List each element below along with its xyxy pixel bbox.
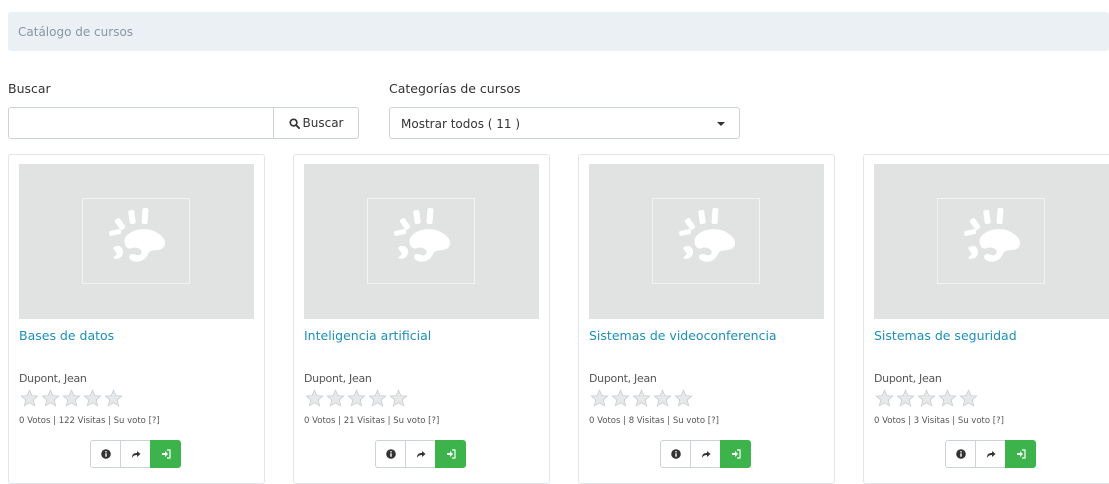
course-actions — [375, 440, 466, 468]
course-info-button[interactable] — [660, 440, 691, 468]
course-title-link[interactable]: Bases de datos — [19, 328, 114, 343]
course-actions — [90, 440, 181, 468]
course-votes-visits: 0 Votos | 8 Visitas | Su voto [?] — [589, 416, 719, 426]
star-icon[interactable] — [305, 389, 324, 408]
sign-in-icon — [446, 449, 456, 459]
chamilo-logo-icon — [394, 208, 451, 262]
star-icon[interactable] — [41, 389, 60, 408]
course-title-link[interactable]: Sistemas de videoconferencia — [589, 328, 777, 343]
star-icon[interactable] — [104, 389, 123, 408]
breadcrumb-label: Catálogo de cursos — [18, 25, 134, 39]
course-share-button[interactable] — [975, 440, 1006, 468]
chamilo-logo-icon — [679, 208, 736, 262]
course-subscribe-button[interactable] — [720, 440, 751, 468]
star-icon[interactable] — [938, 389, 957, 408]
star-icon[interactable] — [959, 389, 978, 408]
course-thumbnail[interactable] — [304, 164, 539, 319]
star-icon[interactable] — [875, 389, 894, 408]
course-actions — [945, 440, 1036, 468]
info-icon — [670, 449, 681, 459]
rating-stars[interactable] — [20, 389, 123, 408]
star-icon[interactable] — [389, 389, 408, 408]
star-icon[interactable] — [590, 389, 609, 408]
star-icon[interactable] — [896, 389, 915, 408]
course-votes-visits: 0 Votos | 3 Visitas | Su voto [?] — [874, 416, 1004, 426]
category-selected-value: Mostrar todos ( 11 ) — [401, 117, 521, 131]
course-share-button[interactable] — [120, 440, 151, 468]
course-actions — [660, 440, 751, 468]
star-icon[interactable] — [368, 389, 387, 408]
star-icon[interactable] — [62, 389, 81, 408]
star-icon[interactable] — [611, 389, 630, 408]
course-votes-visits: 0 Votos | 122 Visitas | Su voto [?] — [19, 416, 160, 426]
course-share-button[interactable] — [690, 440, 721, 468]
category-select[interactable]: Mostrar todos ( 11 ) — [389, 107, 740, 139]
star-icon[interactable] — [917, 389, 936, 408]
rating-stars[interactable] — [875, 389, 978, 408]
course-info-button[interactable] — [375, 440, 406, 468]
search-input[interactable] — [8, 107, 274, 139]
share-icon — [131, 451, 140, 458]
rating-stars[interactable] — [305, 389, 408, 408]
share-icon — [701, 451, 710, 458]
course-subscribe-button[interactable] — [435, 440, 466, 468]
course-author: Dupont, Jean — [589, 372, 657, 385]
share-icon — [416, 451, 425, 458]
share-icon — [986, 451, 995, 458]
categories-label: Categorías de cursos — [389, 81, 521, 96]
course-author: Dupont, Jean — [304, 372, 372, 385]
search-group: Buscar — [8, 107, 359, 139]
course-thumbnail[interactable] — [19, 164, 254, 319]
sign-in-icon — [1016, 449, 1026, 459]
course-info-button[interactable] — [945, 440, 976, 468]
star-icon[interactable] — [20, 389, 39, 408]
course-title-link[interactable]: Inteligencia artificial — [304, 328, 431, 343]
chamilo-logo-icon — [964, 208, 1021, 262]
info-icon — [100, 449, 111, 459]
course-author: Dupont, Jean — [874, 372, 942, 385]
course-share-button[interactable] — [405, 440, 436, 468]
course-subscribe-button[interactable] — [1005, 440, 1036, 468]
star-icon[interactable] — [653, 389, 672, 408]
course-card: Sistemas de videoconferencia Dupont, Jea… — [578, 154, 835, 484]
info-icon — [385, 449, 396, 459]
search-label: Buscar — [8, 81, 51, 96]
rating-stars[interactable] — [590, 389, 693, 408]
star-icon[interactable] — [347, 389, 366, 408]
caret-down-icon — [717, 122, 725, 126]
sign-in-icon — [731, 449, 741, 459]
search-button-label: Buscar — [302, 116, 344, 130]
course-subscribe-button[interactable] — [150, 440, 181, 468]
course-card: Inteligencia artificial Dupont, Jean 0 V… — [293, 154, 550, 484]
course-votes-visits: 0 Votos | 21 Visitas | Su voto [?] — [304, 416, 440, 426]
course-info-button[interactable] — [90, 440, 121, 468]
star-icon[interactable] — [326, 389, 345, 408]
sign-in-icon — [161, 449, 171, 459]
star-icon[interactable] — [83, 389, 102, 408]
search-button[interactable]: Buscar — [274, 107, 359, 139]
course-thumbnail[interactable] — [589, 164, 824, 319]
star-icon[interactable] — [632, 389, 651, 408]
course-card: Sistemas de seguridad Dupont, Jean 0 Vot… — [863, 154, 1109, 484]
course-title-link[interactable]: Sistemas de seguridad — [874, 328, 1017, 343]
info-icon — [955, 449, 966, 459]
chamilo-logo-icon — [109, 208, 166, 262]
course-author: Dupont, Jean — [19, 372, 87, 385]
course-card: Bases de datos Dupont, Jean 0 Votos | 12… — [8, 154, 265, 484]
course-thumbnail[interactable] — [874, 164, 1109, 319]
search-icon — [288, 117, 300, 129]
breadcrumb: Catálogo de cursos — [8, 12, 1109, 51]
star-icon[interactable] — [674, 389, 693, 408]
